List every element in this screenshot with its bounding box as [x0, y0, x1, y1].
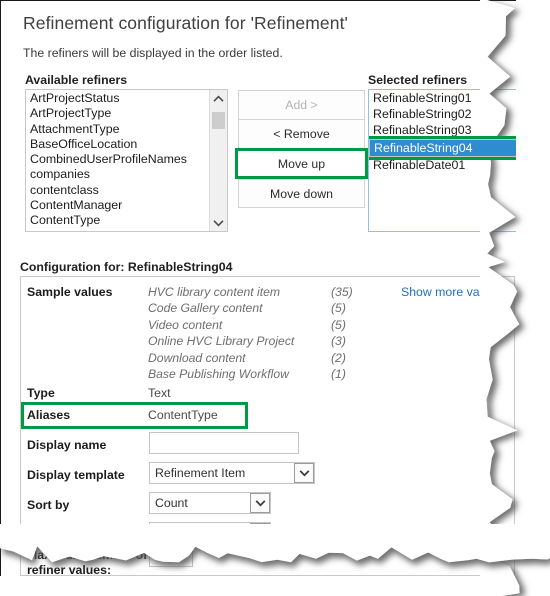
sample-value-count: (2)	[331, 350, 346, 365]
sample-values-list: HVC library content item (35) Code Gallery…	[148, 284, 393, 382]
list-item[interactable]: RefinableString02	[369, 106, 516, 122]
selected-refiners-listbox[interactable]: RefinableString01 RefinableString02 Refina…	[368, 89, 516, 232]
list-item[interactable]: ContentManager	[26, 198, 208, 213]
dialog-content: Refinement configuration for 'Refinement…	[1, 1, 516, 576]
list-item[interactable]: CombinedUserProfileNames	[26, 152, 208, 167]
max-refiner-values-label-line2: refiner values:	[27, 563, 112, 576]
chevron-up-icon[interactable]	[210, 90, 227, 107]
display-template-value: Refinement Item	[155, 466, 246, 480]
sample-value-row: Base Publishing Workflow (1)	[148, 366, 393, 382]
list-item[interactable]: RefinableDate01	[369, 157, 516, 173]
display-name-label: Display name	[27, 438, 107, 452]
screenshot-root: Refinement configuration for 'Refinement…	[0, 0, 550, 596]
dialog-page: Refinement configuration for 'Refinement…	[0, 0, 516, 576]
selected-refiners-label: Selected refiners	[368, 73, 468, 87]
chevron-down-icon[interactable]	[250, 523, 270, 543]
list-item[interactable]: ArtProjectType	[26, 106, 208, 121]
sample-value-count: (35)	[331, 285, 353, 299]
chevron-down-icon[interactable]	[210, 214, 227, 231]
list-item[interactable]: companies	[26, 167, 208, 182]
max-refiner-values-input[interactable]	[149, 544, 193, 567]
aliases-value: ContentType	[148, 408, 218, 422]
sort-by-select[interactable]: Count	[149, 492, 271, 514]
sample-value-row: Online HVC Library Project (3)	[148, 333, 393, 349]
button-remove[interactable]: < Remove	[238, 119, 365, 148]
sample-value-name: Code Gallery content	[148, 301, 263, 316]
list-item[interactable]: ArtProjectStatus	[26, 91, 208, 106]
sample-value-row: HVC library content item (35)	[148, 284, 393, 300]
list-item[interactable]: AttachmentType	[26, 122, 208, 137]
chevron-down-icon[interactable]	[294, 463, 314, 483]
type-label: Type	[27, 386, 55, 400]
display-template-label: Display template	[27, 468, 125, 482]
sort-direction-value: Descending	[155, 526, 220, 540]
list-item[interactable]: ContentType	[26, 213, 208, 228]
display-name-input[interactable]	[149, 432, 299, 454]
sample-value-name: Download content	[148, 350, 246, 365]
available-refiners-items: ArtProjectStatus ArtProjectType Attachment…	[26, 91, 208, 231]
display-template-select[interactable]: Refinement Item	[149, 462, 315, 484]
available-refiners-scrollbar[interactable]	[209, 90, 227, 231]
button-move-down[interactable]: Move down	[238, 179, 365, 208]
max-refiner-values-label-line1: Maximum number of	[27, 548, 148, 562]
button-add: Add >	[238, 90, 365, 119]
sort-by-label: Sort by	[27, 498, 70, 512]
sample-value-name: Video content	[148, 317, 223, 332]
sample-value-count: (5)	[331, 317, 346, 332]
sample-values-label: Sample values	[27, 285, 113, 299]
available-refiners-label: Available refiners	[25, 73, 128, 87]
sample-value-count: (1)	[331, 366, 346, 381]
list-item[interactable]: RefinableString01	[369, 90, 516, 106]
list-item[interactable]: contentclass	[26, 183, 208, 198]
chevron-down-icon[interactable]	[250, 493, 270, 513]
sort-by-value: Count	[155, 496, 188, 510]
sample-value-count: (5)	[331, 301, 346, 316]
sample-value-name: HVC library content item	[148, 285, 281, 299]
page-subtitle: The refiners will be displayed in the or…	[23, 46, 283, 60]
scrollbar-thumb[interactable]	[212, 112, 225, 129]
sample-value-name: Base Publishing Workflow	[148, 366, 289, 381]
sample-value-row: Code Gallery content (5)	[148, 300, 393, 316]
sample-value-name: Online HVC Library Project	[148, 334, 295, 349]
sample-value-count: (3)	[331, 334, 346, 349]
list-item[interactable]: RefinableString03	[369, 122, 516, 138]
available-refiners-listbox[interactable]: ArtProjectStatus ArtProjectType Attachment…	[25, 89, 228, 232]
configuration-header: Configuration for: RefinableString04	[20, 260, 233, 274]
type-value: Text	[148, 386, 171, 400]
aliases-label: Aliases	[27, 408, 71, 422]
sample-value-row: Video content (5)	[148, 317, 393, 333]
sample-value-row: Download content (2)	[148, 350, 393, 366]
transfer-buttons: Add > < Remove Move up Move down	[235, 90, 368, 208]
show-more-values-link[interactable]: Show more values	[401, 285, 502, 299]
sort-direction-label: Sort direction	[27, 528, 107, 542]
button-move-up[interactable]: Move up	[235, 148, 368, 179]
list-item[interactable]: ContentTypeId	[26, 229, 208, 231]
list-item-selected[interactable]: RefinableString04	[369, 135, 516, 160]
page-title: Refinement configuration for 'Refinement…	[23, 13, 348, 33]
sort-direction-select[interactable]: Descending	[149, 522, 271, 544]
list-item[interactable]: BaseOfficeLocation	[26, 137, 208, 152]
